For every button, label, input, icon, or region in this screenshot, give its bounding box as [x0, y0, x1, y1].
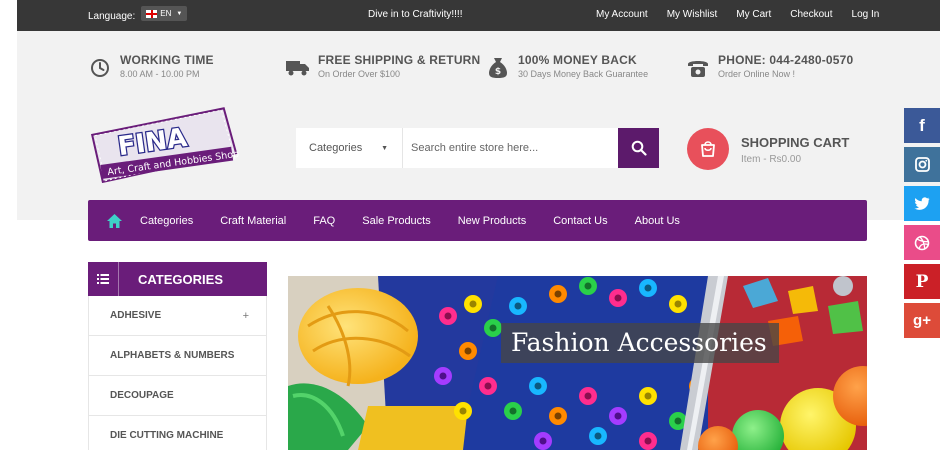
- category-item-decoupage[interactable]: DECOUPAGE: [89, 376, 266, 416]
- feature-title: PHONE: 044-2480-0570: [718, 53, 854, 67]
- page: Language: EN ▼ Dive in to Craftivity!!!!…: [0, 0, 940, 450]
- link-my-cart[interactable]: My Cart: [736, 9, 771, 20]
- uk-flag-icon: [146, 9, 158, 18]
- language-select[interactable]: EN ▼: [141, 6, 188, 21]
- link-checkout[interactable]: Checkout: [790, 9, 832, 20]
- feature-phone: PHONE: 044-2480-0570 Order Online Now !: [686, 53, 853, 80]
- feature-subtitle: On Order Over $100: [318, 69, 401, 79]
- chevron-down-icon: ▼: [176, 10, 183, 17]
- pinterest-icon[interactable]: P: [904, 264, 940, 299]
- list-menu-icon: [88, 262, 119, 296]
- svg-text:$: $: [495, 67, 501, 77]
- category-label: DECOUPAGE: [110, 390, 174, 401]
- category-label: DIE CUTTING MACHINE: [110, 430, 224, 441]
- clock-icon: [88, 56, 112, 80]
- category-label: ADHESIVE: [110, 310, 162, 321]
- feature-subtitle: 30 Days Money Back Guarantee: [518, 69, 649, 79]
- search-button[interactable]: [618, 128, 659, 168]
- categories-header[interactable]: CATEGORIES: [88, 262, 267, 296]
- top-bar: Language: EN ▼ Dive in to Craftivity!!!!…: [17, 0, 940, 31]
- feature-money-back: $ 100% MONEY BACK 30 Days Money Back Gua…: [486, 53, 648, 80]
- google-plus-icon[interactable]: g+: [904, 303, 940, 338]
- promo-text: Dive in to Craftivity!!!!: [368, 9, 463, 20]
- category-item-adhesive[interactable]: ADHESIVE +: [89, 296, 266, 336]
- link-my-wishlist[interactable]: My Wishlist: [667, 9, 718, 20]
- language-value: EN: [160, 9, 172, 18]
- nav-craft-material[interactable]: Craft Material: [220, 215, 286, 227]
- account-links: My Account My Wishlist My Cart Checkout …: [596, 9, 879, 20]
- site-logo[interactable]: FINA Art, Craft and Hobbies Shop: [88, 103, 240, 184]
- home-icon: [106, 213, 122, 228]
- dribbble-icon[interactable]: [904, 225, 940, 260]
- shopping-cart[interactable]: SHOPPING CART Item - Rs0.00: [687, 128, 849, 170]
- cart-summary: Item - Rs0.00: [741, 154, 802, 165]
- link-log-in[interactable]: Log In: [852, 9, 880, 20]
- category-item-alphabets-numbers[interactable]: ALPHABETS & NUMBERS: [89, 336, 266, 376]
- feature-title: WORKING TIME: [120, 53, 214, 67]
- feature-free-shipping: FREE SHIPPING & RETURN On Order Over $10…: [286, 53, 480, 80]
- feature-title: 100% MONEY BACK: [518, 53, 637, 67]
- twitter-icon[interactable]: [904, 186, 940, 221]
- language-label: Language:: [88, 11, 136, 22]
- feature-title: FREE SHIPPING & RETURN: [318, 53, 481, 67]
- nav-faq[interactable]: FAQ: [313, 215, 335, 227]
- categories-list: ADHESIVE + ALPHABETS & NUMBERS DECOUPAGE…: [88, 296, 267, 450]
- search-icon: [631, 140, 647, 156]
- categories-sidebar: CATEGORIES ADHESIVE + ALPHABETS & NUMBER…: [88, 262, 267, 450]
- main-nav: Categories Craft Material FAQ Sale Produ…: [88, 200, 867, 241]
- nav-contact-us[interactable]: Contact Us: [553, 215, 607, 227]
- banner-beads-image: [288, 276, 867, 450]
- feature-subtitle: 8.00 AM - 10.00 PM: [120, 69, 200, 79]
- category-label: ALPHABETS & NUMBERS: [110, 350, 235, 361]
- link-my-account[interactable]: My Account: [596, 9, 648, 20]
- social-bar: f P g+: [904, 108, 940, 342]
- cart-title: SHOPPING CART: [741, 135, 850, 150]
- language-switcher: Language: EN ▼: [88, 6, 188, 24]
- banner-title: Fashion Accessories: [501, 323, 779, 363]
- phone-icon: [686, 56, 710, 80]
- facebook-icon[interactable]: f: [904, 108, 940, 143]
- feature-subtitle: Order Online Now !: [718, 69, 796, 79]
- cart-icon: [687, 128, 729, 170]
- category-select[interactable]: Categories ▼: [296, 128, 403, 168]
- search-bar: Categories ▼: [296, 128, 659, 168]
- money-bag-icon: $: [486, 56, 510, 80]
- nav-sale-products[interactable]: Sale Products: [362, 215, 430, 227]
- expand-plus-icon[interactable]: +: [243, 310, 249, 322]
- category-item-die-cutting-machine[interactable]: DIE CUTTING MACHINE: [89, 416, 266, 450]
- search-input[interactable]: [403, 128, 618, 168]
- truck-icon: [286, 56, 310, 80]
- nav-new-products[interactable]: New Products: [458, 215, 526, 227]
- categories-title: CATEGORIES: [138, 271, 223, 287]
- nav-about-us[interactable]: About Us: [635, 215, 680, 227]
- nav-categories[interactable]: Categories: [140, 215, 193, 227]
- chevron-down-icon: ▼: [381, 144, 388, 152]
- feature-working-time: WORKING TIME 8.00 AM - 10.00 PM: [88, 53, 214, 80]
- instagram-icon[interactable]: [904, 147, 940, 182]
- hero-banner[interactable]: Fashion Accessories: [288, 276, 867, 450]
- home-button[interactable]: [88, 200, 140, 241]
- category-select-label: Categories: [309, 142, 363, 154]
